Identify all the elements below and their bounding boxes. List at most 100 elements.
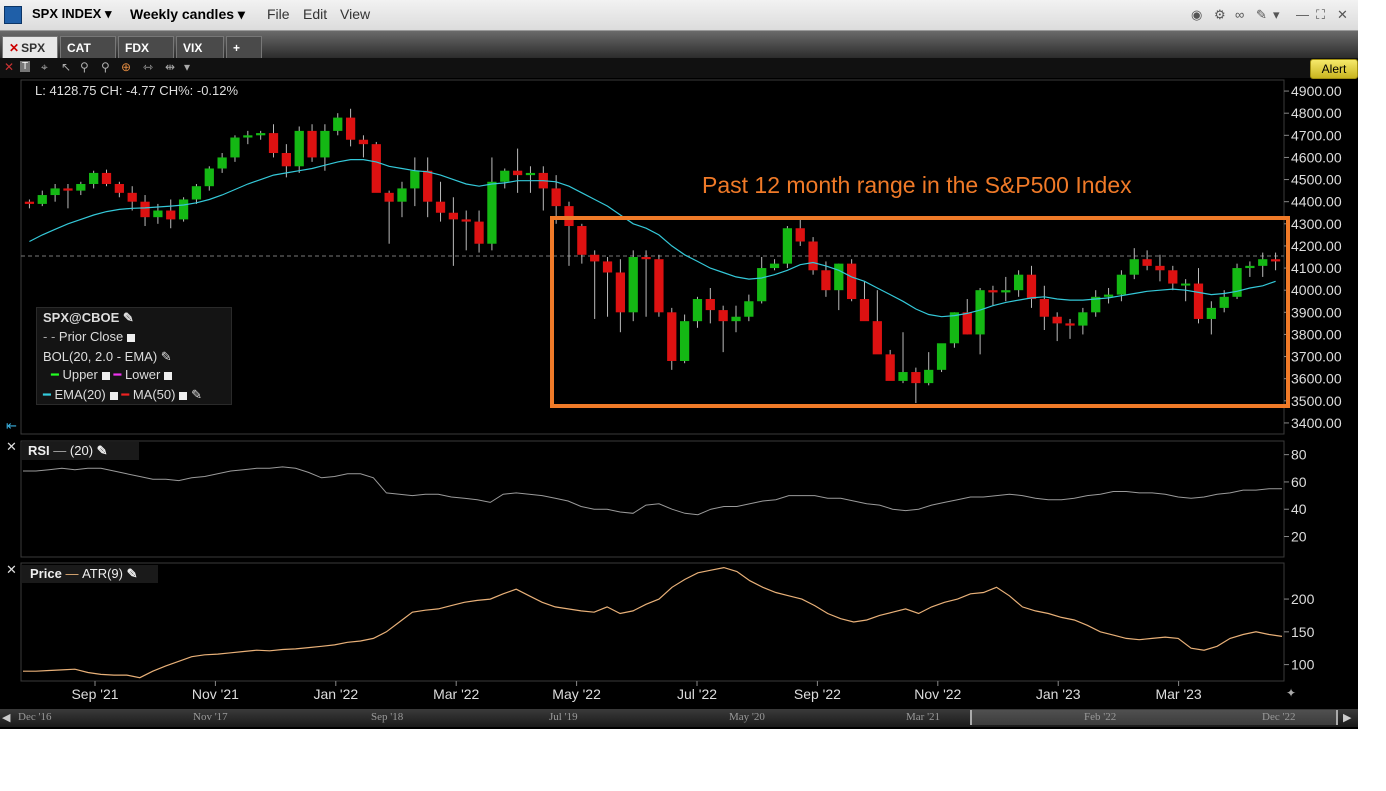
line-swatch-icon: ━: [51, 367, 59, 382]
price-tick-label: 4600.00: [1291, 149, 1342, 165]
close-icon[interactable]: ✕: [6, 439, 17, 454]
candle-body: [1142, 259, 1152, 266]
price-axis: 4900.00 4800.00 4700.00 4600.00 4500.00 4400.…: [1284, 83, 1342, 431]
trading-app-window: SPX INDEX ▾ Weekly candles ▾ File Edit V…: [0, 0, 1358, 729]
candle-body: [769, 263, 780, 269]
candle-body: [525, 172, 536, 176]
atr-panel-header[interactable]: Price — ATR(9) ✎: [22, 565, 158, 583]
candle-body: [204, 168, 214, 187]
time-tick-label: Jan '22: [313, 686, 358, 702]
candle-body: [590, 254, 600, 262]
checkbox[interactable]: [164, 371, 173, 380]
legend-ma[interactable]: ━ EMA(20) ━ MA(50) ✎: [43, 387, 202, 403]
price-tick-label: 3600.00: [1291, 371, 1342, 387]
edit-icon[interactable]: ✎: [191, 387, 202, 402]
candle-body: [37, 195, 47, 204]
candle-body: [435, 201, 446, 213]
candle-body: [602, 261, 613, 273]
candle-body: [847, 263, 857, 300]
legend-bol-label: BOL(20, 2.0 - EMA): [43, 349, 158, 364]
atr-axis: 200 150 100: [1284, 591, 1315, 673]
price-tick-label: 4000.00: [1291, 282, 1342, 298]
candle-body: [1026, 274, 1037, 300]
atr-tick-label: 100: [1291, 657, 1315, 673]
axis-pin-icon[interactable]: ⇤: [6, 418, 17, 433]
close-icon[interactable]: ✕: [6, 562, 17, 577]
candle-body: [898, 372, 908, 381]
candle-body: [962, 312, 972, 335]
scroll-left-icon[interactable]: ◀: [2, 711, 10, 724]
edit-icon[interactable]: ✎: [97, 443, 108, 458]
rsi-tick-label: 80: [1291, 447, 1307, 463]
candle-body: [1001, 290, 1011, 293]
candle-body: [949, 312, 960, 344]
nav-date: Nov '17: [193, 711, 228, 723]
checkbox[interactable]: [179, 391, 188, 400]
line-swatch-icon: ━: [113, 367, 122, 382]
time-tick-label: Nov '21: [192, 686, 239, 702]
edit-icon[interactable]: ✎: [123, 310, 134, 325]
checkbox[interactable]: [101, 371, 110, 380]
time-navigator[interactable]: ◀ Dec '16 Nov '17 Sep '18 Jul '19 May '2…: [0, 709, 1358, 727]
candle-body: [230, 137, 240, 158]
rsi-panel-header[interactable]: RSI — (20) ✎: [22, 442, 139, 460]
legend-title-row[interactable]: SPX@CBOE ✎: [43, 310, 134, 326]
scroll-right-icon[interactable]: ▶: [1343, 711, 1351, 724]
indicator-legend: SPX@CBOE ✎ ‐ ‐ Prior Close BOL(20, 2.0 -…: [36, 307, 232, 405]
price-tick-label: 4100.00: [1291, 260, 1342, 276]
candle-body: [679, 321, 690, 361]
candle-body: [615, 272, 626, 313]
atr-line-swatch: —: [65, 566, 79, 581]
candle-body: [294, 130, 304, 167]
candle-body: [924, 369, 934, 384]
candle-body: [692, 299, 703, 322]
candle-body: [89, 172, 99, 184]
candle-body: [1014, 274, 1024, 291]
time-tick-label: Jul '22: [677, 686, 717, 702]
candle-body: [1103, 294, 1114, 297]
checkbox[interactable]: [109, 391, 118, 400]
nav-date: Mar '21: [906, 711, 941, 723]
axis-cross-icon[interactable]: ✦: [1286, 686, 1296, 700]
candle-body: [512, 170, 523, 176]
rsi-tick-label: 20: [1291, 529, 1307, 545]
candle-body: [859, 299, 870, 322]
candle-body: [628, 257, 638, 313]
candle-body: [1193, 283, 1204, 319]
candle-body: [705, 299, 715, 311]
candle-body: [744, 301, 754, 317]
candle-body: [371, 144, 381, 193]
candle-body: [808, 241, 818, 271]
nav-date: Feb '22: [1084, 711, 1117, 723]
legend-bol-bands[interactable]: ━ Upper ━ Lower: [51, 367, 173, 383]
edit-icon[interactable]: ✎: [127, 566, 138, 581]
candle-body: [1116, 274, 1127, 295]
candle-body: [76, 183, 86, 191]
dash-icon: ‐ ‐: [43, 329, 56, 344]
time-tick-label: Nov '22: [914, 686, 961, 702]
candle-body: [936, 343, 947, 370]
price-tick-label: 4500.00: [1291, 172, 1342, 188]
candle-body: [500, 170, 510, 182]
legend-ema-label: EMA(20): [54, 387, 106, 402]
nav-date: Jul '19: [549, 711, 578, 723]
nav-date: Dec '16: [18, 711, 52, 723]
candle-body: [256, 133, 266, 136]
time-tick-label: Jan '23: [1036, 686, 1081, 702]
edit-icon[interactable]: ✎: [161, 349, 172, 364]
legend-bol[interactable]: BOL(20, 2.0 - EMA) ✎: [43, 349, 172, 365]
checkbox[interactable]: [127, 333, 136, 342]
rsi-tick-label: 40: [1291, 501, 1307, 517]
candle-body: [410, 170, 420, 189]
candle-body: [1078, 312, 1088, 326]
range-annotation: Past 12 month range in the S&P500 Index: [702, 172, 1132, 198]
time-axis: Sep '21 Nov '21 Jan '22 Mar '22 May '22 Jul '…: [71, 681, 1202, 702]
atr-panel-frame: [20, 562, 1285, 682]
candle-body: [358, 139, 369, 145]
legend-prior-close[interactable]: ‐ ‐ Prior Close: [43, 329, 136, 344]
atr-tick-label: 150: [1291, 624, 1315, 640]
price-tick-label: 3400.00: [1291, 415, 1342, 431]
legend-prior-close-label: Prior Close: [58, 329, 124, 344]
price-tick-label: 3500.00: [1291, 393, 1342, 409]
price-tick-label: 3800.00: [1291, 326, 1342, 342]
